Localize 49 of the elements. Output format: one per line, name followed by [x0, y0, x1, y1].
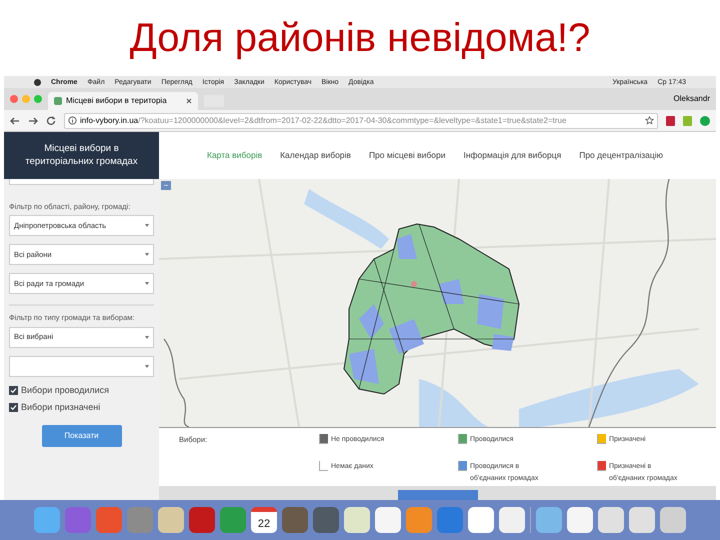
checkbox[interactable] [9, 386, 18, 395]
tab-title: Місцеві вибори в територіа [66, 95, 168, 107]
dropdown-caret-icon [145, 336, 149, 338]
app-icon[interactable] [406, 507, 432, 533]
app-icon[interactable] [344, 507, 370, 533]
address-bar[interactable]: info-vybory.in.ua/?koatuu=1200000000&level=2&dtfrom=2017-02-22&dtto=2017-04-30&commtype=&leveltype=&state1=true&state2=true [64, 112, 658, 128]
calendar-app-icon[interactable]: 22 [251, 507, 277, 533]
nav-link[interactable]: Календар виборів [280, 149, 351, 162]
app-icon[interactable] [375, 507, 401, 533]
app-icon[interactable] [499, 507, 525, 533]
info-icon [68, 116, 77, 125]
profile-name[interactable]: Oleksandr [674, 93, 710, 105]
app-icon[interactable] [282, 507, 308, 533]
app-icon[interactable] [158, 507, 184, 533]
minimize-window-icon[interactable] [22, 95, 30, 103]
app-icon[interactable] [629, 507, 655, 533]
nav-link[interactable]: Інформація для виборця [463, 149, 562, 162]
nav-link[interactable]: Про місцеві вибори [368, 149, 446, 162]
maximize-window-icon[interactable] [34, 95, 42, 103]
site-title: Місцеві вибори в територіальних громадах [24, 143, 139, 168]
app-icon[interactable] [468, 507, 494, 533]
app-icon[interactable] [313, 507, 339, 533]
browser-tab[interactable]: Місцеві вибори в територіа [48, 92, 198, 110]
app-icon[interactable] [189, 507, 215, 533]
checkbox-label: Вибори проводилися [21, 384, 110, 397]
app-icon[interactable] [567, 507, 593, 533]
dropdown-caret-icon [145, 364, 149, 368]
checkbox[interactable] [9, 403, 18, 412]
close-window-icon[interactable] [10, 95, 18, 103]
app-icon[interactable] [660, 507, 686, 533]
slide-title: Доля районів невідома!? [130, 18, 590, 58]
bookmark-star-icon[interactable] [645, 116, 654, 125]
checkbox-label: Вибори призначені [21, 401, 100, 414]
nav-link[interactable]: Карта виборів [207, 149, 262, 162]
input-field[interactable] [9, 179, 154, 185]
site-favicon-icon [54, 97, 62, 105]
dropdown-caret-icon [145, 224, 149, 228]
dropdown-caret-icon [145, 282, 149, 286]
forward-icon[interactable] [28, 116, 38, 126]
nav-link[interactable]: Про децентралізацію [579, 149, 663, 162]
back-icon[interactable] [10, 116, 20, 126]
dropdown-caret-icon [145, 253, 149, 256]
select-dropdown[interactable] [9, 356, 154, 376]
app-icon[interactable] [536, 507, 562, 533]
app-icon[interactable] [598, 507, 624, 533]
close-tab-icon[interactable] [186, 98, 192, 104]
app-icon[interactable] [34, 507, 60, 533]
reload-icon[interactable] [46, 116, 56, 126]
url-text: info-vybory.in.ua/?koatuu=1200000000&level=2&dtfrom=2017-02-22&dtto=2017-04-30&commtype=&leveltype=&state1=true&state2=true [80, 114, 568, 126]
